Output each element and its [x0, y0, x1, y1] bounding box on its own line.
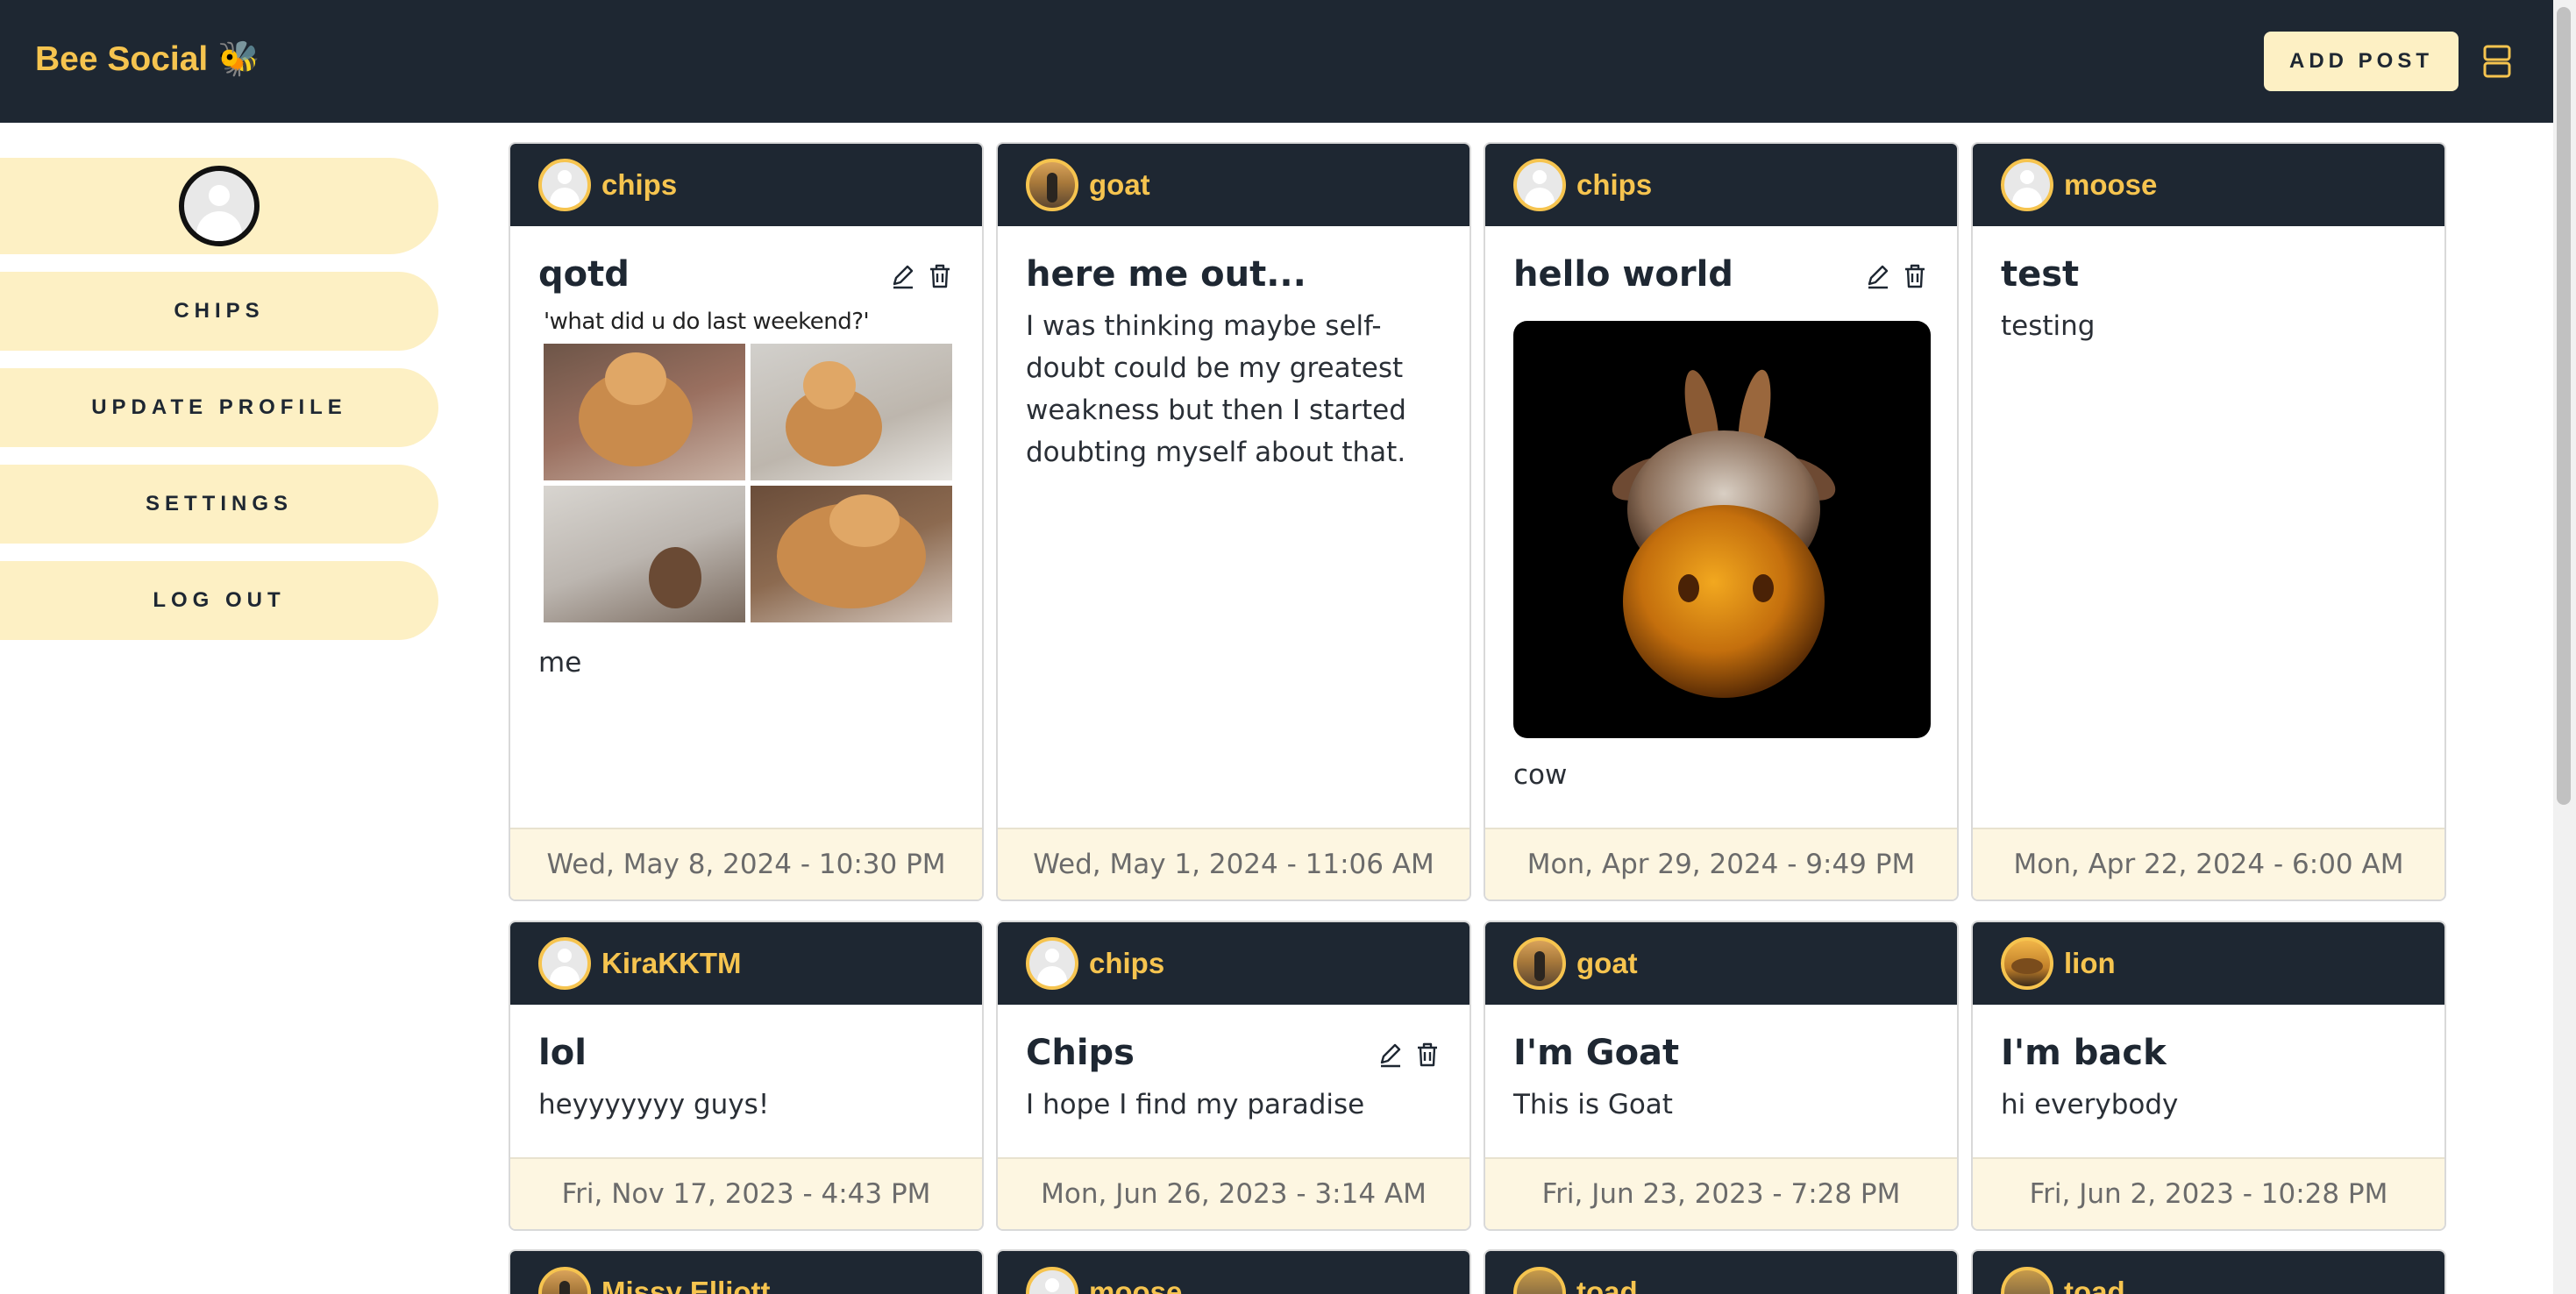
bear-photo — [544, 344, 745, 480]
post-header: KiraKKTM — [510, 922, 982, 1005]
post-text: heyyyyyyy guys! — [538, 1089, 770, 1120]
post-actions — [891, 263, 952, 289]
delete-icon[interactable] — [928, 263, 952, 289]
post-text: I hope I find my paradise — [1026, 1089, 1365, 1120]
post-card[interactable]: chips Chips I hope I find my paradise Mo… — [996, 921, 1471, 1231]
post-text: cow — [1513, 759, 1568, 791]
author-avatar-icon[interactable] — [2001, 159, 2053, 211]
post-actions — [1378, 1042, 1440, 1068]
bear-photo — [751, 344, 952, 480]
sidebar-item-update-profile[interactable]: UPDATE PROFILE — [0, 368, 438, 447]
author-avatar-icon[interactable] — [538, 937, 591, 990]
sidebar-avatar-pill[interactable] — [0, 158, 438, 254]
post-image: 'what did u do last weekend?' — [538, 305, 952, 622]
post-date: Mon, Jun 26, 2023 - 3:14 AM — [998, 1157, 1469, 1229]
author-avatar-icon[interactable] — [538, 1267, 591, 1294]
post-card[interactable]: goat I'm Goat This is Goat Fri, Jun 23, … — [1484, 921, 1959, 1231]
edit-icon[interactable] — [1866, 263, 1890, 289]
post-date: Wed, May 8, 2024 - 10:30 PM — [510, 828, 982, 899]
author-avatar-icon[interactable] — [1513, 159, 1566, 211]
delete-icon[interactable] — [1903, 263, 1927, 289]
post-header: goat — [998, 144, 1469, 226]
post-text: testing — [2001, 310, 2096, 342]
post-date: Fri, Jun 23, 2023 - 7:28 PM — [1485, 1157, 1957, 1229]
post-header: toad — [1973, 1251, 2444, 1294]
post-actions — [1866, 263, 1927, 289]
author-username[interactable]: goat — [1089, 168, 1150, 202]
post-text: This is Goat — [1513, 1089, 1673, 1120]
post-title: test — [2001, 254, 2080, 295]
post-card[interactable]: Missy Elliott — [509, 1249, 984, 1294]
author-username[interactable]: KiraKKTM — [601, 947, 742, 980]
post-title: here me out... — [1026, 254, 1306, 295]
layout-toggle-icon[interactable] — [2483, 44, 2511, 79]
post-header: chips — [1485, 144, 1957, 226]
cow-plush-image — [1612, 369, 1836, 698]
post-header: chips — [510, 144, 982, 226]
add-post-button[interactable]: ADD POST — [2264, 32, 2459, 91]
post-text: hi everybody — [2001, 1089, 2179, 1120]
scrollbar-thumb[interactable] — [2557, 7, 2571, 805]
user-avatar-icon[interactable] — [179, 166, 260, 246]
author-username[interactable]: chips — [601, 168, 677, 202]
post-header: toad — [1485, 1251, 1957, 1294]
author-username[interactable]: moose — [1089, 1276, 1182, 1294]
post-header: moose — [998, 1251, 1469, 1294]
post-card[interactable]: moose — [996, 1249, 1471, 1294]
author-avatar-icon[interactable] — [1513, 937, 1566, 990]
author-avatar-icon[interactable] — [1513, 1267, 1566, 1294]
bear-photo — [751, 486, 952, 622]
author-avatar-icon[interactable] — [538, 159, 591, 211]
edit-icon[interactable] — [891, 263, 915, 289]
author-username[interactable]: Missy Elliott — [601, 1276, 771, 1294]
author-avatar-icon[interactable] — [2001, 1267, 2053, 1294]
post-card[interactable]: chips qotd 'what did u do last weekend?'… — [509, 142, 984, 901]
author-avatar-icon[interactable] — [1026, 1267, 1078, 1294]
edit-icon[interactable] — [1378, 1042, 1403, 1068]
post-card[interactable]: chips hello world cow Mon, Apr 29, 2024 … — [1484, 142, 1959, 901]
post-card[interactable]: goat here me out... I was thinking maybe… — [996, 142, 1471, 901]
post-date: Fri, Nov 17, 2023 - 4:43 PM — [510, 1157, 982, 1229]
post-card[interactable]: lion I'm back hi everybody Fri, Jun 2, 2… — [1971, 921, 2446, 1231]
app-brand[interactable]: Bee Social 🐝 — [35, 39, 260, 79]
bear-photo — [544, 486, 745, 622]
post-date: Mon, Apr 29, 2024 - 9:49 PM — [1485, 828, 1957, 899]
author-avatar-icon[interactable] — [1026, 159, 1078, 211]
delete-icon[interactable] — [1415, 1042, 1440, 1068]
post-text: I was thinking maybe self-doubt could be… — [1026, 310, 1406, 468]
post-date: Wed, May 1, 2024 - 11:06 AM — [998, 828, 1469, 899]
author-username[interactable]: chips — [1089, 947, 1164, 980]
post-header: lion — [1973, 922, 2444, 1005]
post-text: me — [538, 647, 582, 679]
author-username[interactable]: chips — [1576, 168, 1652, 202]
post-title: I'm Goat — [1513, 1033, 1680, 1073]
post-date: Fri, Jun 2, 2023 - 10:28 PM — [1973, 1157, 2444, 1229]
post-image — [1513, 321, 1931, 738]
author-avatar-icon[interactable] — [1026, 937, 1078, 990]
author-username[interactable]: goat — [1576, 947, 1638, 980]
post-card[interactable]: toad — [1971, 1249, 2446, 1294]
top-navbar: Bee Social 🐝 ADD POST — [0, 0, 2553, 123]
meme-caption: 'what did u do last weekend?' — [544, 309, 870, 335]
post-header: goat — [1485, 922, 1957, 1005]
post-title: I'm back — [2001, 1033, 2167, 1073]
sidebar-item-settings[interactable]: SETTINGS — [0, 465, 438, 544]
post-header: chips — [998, 922, 1469, 1005]
sidebar-item-profile[interactable]: CHIPS — [0, 272, 438, 351]
post-card[interactable]: toad — [1484, 1249, 1959, 1294]
sidebar-item-log-out[interactable]: LOG OUT — [0, 561, 438, 640]
post-card[interactable]: moose test testing Mon, Apr 22, 2024 - 6… — [1971, 142, 2446, 901]
author-username[interactable]: toad — [1576, 1276, 1638, 1294]
post-date: Mon, Apr 22, 2024 - 6:00 AM — [1973, 828, 2444, 899]
author-avatar-icon[interactable] — [2001, 937, 2053, 990]
post-card[interactable]: KiraKKTM lol heyyyyyyy guys! Fri, Nov 17… — [509, 921, 984, 1231]
post-header: Missy Elliott — [510, 1251, 982, 1294]
author-username[interactable]: moose — [2064, 168, 2157, 202]
post-header: moose — [1973, 144, 2444, 226]
post-title: lol — [538, 1033, 587, 1073]
author-username[interactable]: lion — [2064, 947, 2116, 980]
author-username[interactable]: toad — [2064, 1276, 2125, 1294]
